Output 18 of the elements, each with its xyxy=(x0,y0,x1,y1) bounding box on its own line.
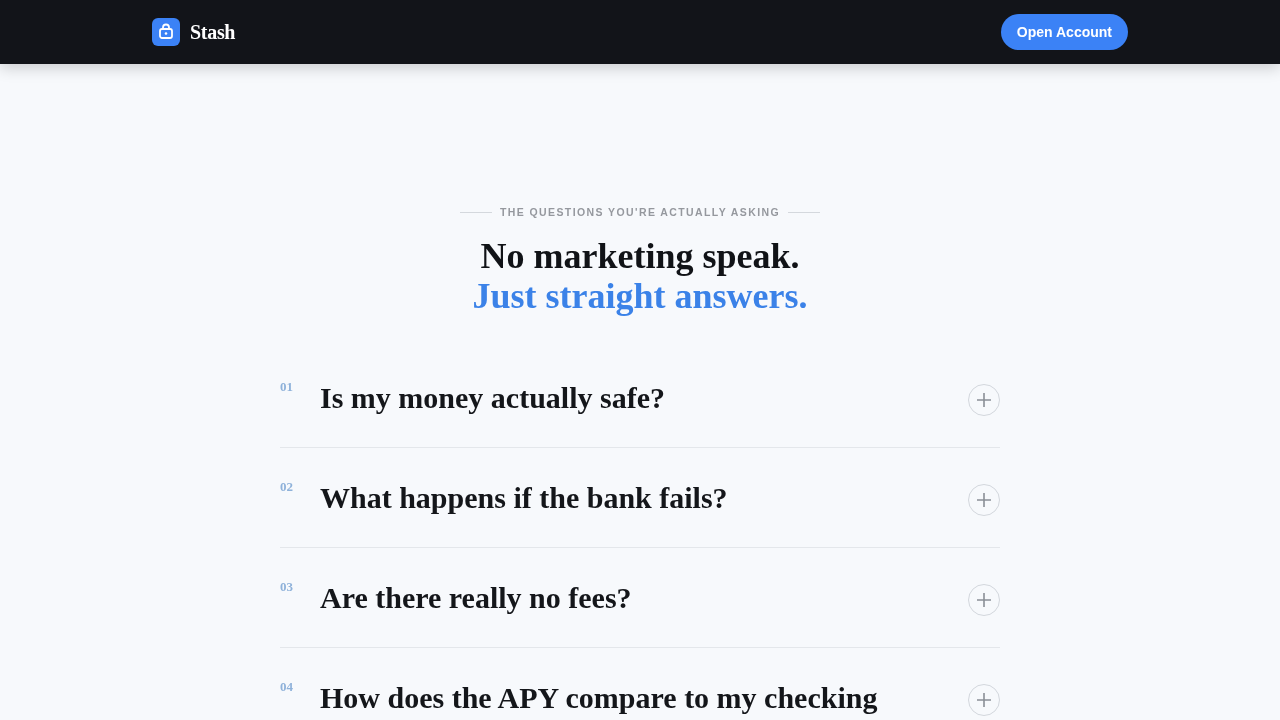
question-text[interactable]: Are there really no fees? xyxy=(320,579,632,617)
section-eyebrow: THE QUESTIONS YOU'RE ACTUALLY ASKING xyxy=(499,205,780,220)
plus-icon xyxy=(977,693,991,707)
question-text[interactable]: What happens if the bank fails? xyxy=(320,479,728,517)
section-title-accent: Just straight answers. xyxy=(472,276,808,316)
question-number: 01 xyxy=(280,379,293,395)
section-title: No marketing speak. xyxy=(480,236,800,276)
brand-name: Stash xyxy=(190,20,236,44)
question-number: 03 xyxy=(280,579,293,595)
plus-icon xyxy=(977,393,991,407)
question-number: 04 xyxy=(280,679,293,695)
question-number: 02 xyxy=(280,479,293,495)
open-account-button[interactable]: Open Account xyxy=(1000,14,1128,50)
lock-icon xyxy=(152,18,180,46)
plus-icon xyxy=(977,493,991,507)
question-text[interactable]: How does the APY compare to my checking xyxy=(320,679,878,717)
plus-icon xyxy=(977,593,991,607)
question-text[interactable]: Is my money actually safe? xyxy=(320,379,665,417)
